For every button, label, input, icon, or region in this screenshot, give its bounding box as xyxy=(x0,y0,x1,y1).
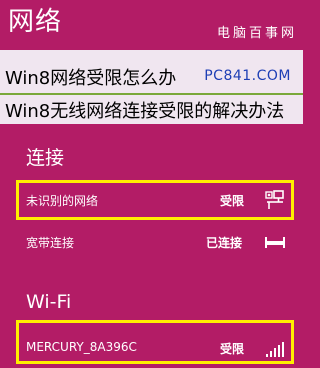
network-item-broadband[interactable]: 宽带连接 已连接 xyxy=(26,230,286,254)
network-status: 已连接 xyxy=(206,236,243,250)
banner-site: PC841.COM xyxy=(204,68,291,84)
watermark-text: 电脑百事网 xyxy=(216,26,297,41)
broadband-icon xyxy=(265,237,285,248)
page-title: 网络 xyxy=(8,7,63,37)
section-heading-wifi: Wi-Fi xyxy=(26,291,72,313)
highlight-box-unidentified xyxy=(16,180,294,220)
section-heading-connections: 连接 xyxy=(26,147,65,169)
highlight-box-wifi xyxy=(16,320,294,364)
network-name: 宽带连接 xyxy=(26,236,75,250)
banner-headline: Win8网络受限怎么办 xyxy=(5,68,177,89)
banner-subheadline: Win8无线网络连接受限的解决办法 xyxy=(5,101,285,122)
banner-divider xyxy=(0,93,303,95)
